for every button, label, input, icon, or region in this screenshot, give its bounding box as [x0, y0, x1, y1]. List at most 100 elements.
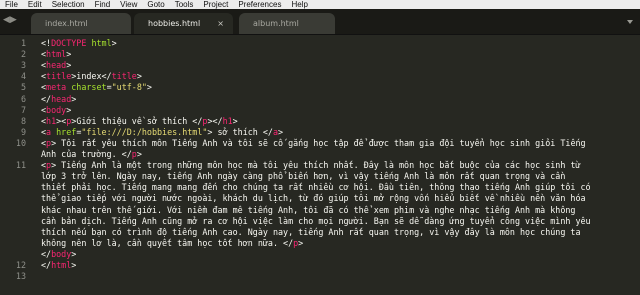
code-line: cần bản dịch. Tiếng Anh cũng mở ra cơ hộ… [41, 216, 591, 226]
code-token: meta [46, 82, 67, 93]
menu-item-view[interactable]: View [115, 0, 142, 9]
code-token: > [136, 71, 142, 82]
code-token: > [66, 104, 72, 115]
code-token: > [232, 115, 238, 126]
chevron-down-icon[interactable] [626, 18, 634, 26]
code-line: <p> Tiếng Anh là một trong những môn học… [41, 160, 581, 170]
code-line: <head> [41, 60, 71, 70]
code-token: cần bản dịch. Tiếng Anh cũng mở ra cơ hộ… [41, 215, 591, 226]
code-line: <p> Tôi rất yêu thích môn Tiếng Anh và t… [41, 138, 586, 148]
code-line: thích nếu bạn có trình độ tiếng Anh cao.… [41, 227, 581, 237]
code-line: </body> [41, 249, 76, 259]
code-token: thiết phải học. Tiếng mang mang đến cho … [41, 182, 591, 193]
code-token: h1 [222, 115, 233, 126]
menu-item-selection[interactable]: Selection [47, 0, 90, 9]
tab-scroll-arrows-icon[interactable]: ◀▶ [3, 13, 17, 27]
code-line: <body> [41, 105, 71, 115]
code-token: body [51, 248, 72, 259]
code-editor[interactable]: 1 2 3 4 5 6 7 8 9 10 11 12 13 <!DOCTYPE html> <html> <… [0, 35, 640, 295]
code-token: href [56, 126, 77, 137]
code-line: <h1><p>Giới thiệu về sở thích </p></h1> [41, 116, 238, 126]
code-line: không nên lơ là, cần quyết tâm học tốt h… [41, 238, 303, 248]
code-token: ></ [207, 115, 223, 126]
code-token: html [91, 38, 112, 48]
line-number: 5 [20, 82, 26, 93]
line-number: 6 [20, 93, 26, 104]
code-token: >< [56, 115, 67, 126]
code-token: "file:///D:/hobbies.html" [81, 126, 208, 137]
code-line: </html> [41, 260, 76, 270]
code-token: > sở thích </ [207, 126, 273, 137]
code-token: charset [71, 82, 107, 93]
code-token: > [71, 260, 77, 270]
code-token: </ [41, 260, 52, 270]
line-number: 9 [20, 126, 26, 137]
line-number: 13 [15, 271, 26, 282]
code-token: head [46, 60, 67, 71]
code-token: > [66, 60, 72, 71]
code-line: <!DOCTYPE html> [41, 38, 117, 48]
menu-item-tools[interactable]: Tools [170, 0, 199, 9]
menu-item-edit[interactable]: Edit [23, 0, 47, 9]
code-token: DOCTYPE [51, 38, 87, 48]
line-number: 4 [20, 71, 26, 82]
menu-item-goto[interactable]: Goto [142, 0, 169, 9]
code-line: <a href="file:///D:/hobbies.html"> sở th… [41, 127, 283, 137]
code-token: > [71, 93, 77, 104]
code-token: >index</ [71, 71, 112, 82]
line-number: 2 [20, 49, 26, 60]
code-token: > [66, 49, 72, 60]
code-token: html [51, 260, 72, 270]
code-token: thích nếu bạn có trình độ tiếng Anh cao.… [41, 226, 581, 237]
code-line: Anh của trường. </p> [41, 149, 142, 159]
code-token: h1 [46, 115, 57, 126]
code-token: > Tiếng Anh là một trong những môn học m… [51, 160, 581, 171]
line-number: 12 [15, 260, 26, 270]
tab-index-html[interactable]: index.html [31, 13, 131, 34]
line-number: 3 [20, 60, 26, 71]
code-line: khác nhau trên thế giới. Với niềm đam mê… [41, 205, 575, 215]
line-number-gutter: 1 2 3 4 5 6 7 8 9 10 11 12 13 [0, 35, 30, 295]
code-token: html [46, 49, 67, 60]
menu-bar: File Edit Selection Find View Goto Tools Projec… [0, 0, 640, 9]
tab-label: album.html [253, 19, 299, 28]
line-number: 1 [20, 38, 26, 48]
code-token: thể giao tiếp với người nước ngoài, khác… [41, 193, 586, 204]
code-token: > [136, 149, 142, 159]
code-token: title [46, 71, 72, 82]
code-line: <html> [41, 49, 71, 59]
code-token: title [111, 71, 137, 82]
line-number: 7 [20, 104, 26, 115]
code-token: lớp 3 trở lên. Ngày nay, tiếng Anh ngày … [41, 171, 566, 182]
code-line: lớp 3 trở lên. Ngày nay, tiếng Anh ngày … [41, 171, 565, 181]
code-token: head [51, 93, 72, 104]
code-line: </head> [41, 94, 76, 104]
code-token: > [71, 248, 77, 259]
code-token: > [298, 237, 304, 248]
tab-album-html[interactable]: album.html [239, 13, 335, 34]
code-token: > Tôi rất yêu thích môn Tiếng Anh và tôi… [51, 137, 586, 148]
close-icon[interactable]: × [217, 13, 224, 34]
code-token: </ [41, 93, 52, 104]
menu-item-file[interactable]: File [0, 0, 23, 9]
tab-label: index.html [45, 19, 88, 28]
code-line: <meta charset="utf-8"> [41, 82, 152, 92]
line-number: 8 [20, 115, 26, 126]
line-number: 11 [15, 160, 26, 171]
menu-item-find[interactable]: Find [90, 0, 116, 9]
menu-item-project[interactable]: Project [198, 0, 233, 9]
code-token: khác nhau trên thế giới. Với niềm đam mê… [41, 204, 576, 215]
tab-hobbies-html[interactable]: hobbies.html × [134, 13, 233, 34]
code-token: không nên lơ là, cần quyết tâm học tốt h… [41, 237, 294, 248]
menu-item-preferences[interactable]: Preferences [233, 0, 286, 9]
code-token: body [46, 104, 67, 115]
line-number: 10 [15, 137, 26, 148]
code-token: Anh của trường. </ [41, 149, 132, 159]
code-line: <title>index</title> [41, 71, 142, 81]
menu-item-help[interactable]: Help [286, 0, 312, 9]
code-token: > [146, 82, 152, 93]
code-line: thể giao tiếp với người nước ngoài, khác… [41, 193, 586, 203]
code-token: </ [41, 248, 52, 259]
code-token: "utf-8" [111, 82, 147, 93]
tab-bar: ◀▶ index.html hobbies.html × album.html [0, 9, 640, 35]
